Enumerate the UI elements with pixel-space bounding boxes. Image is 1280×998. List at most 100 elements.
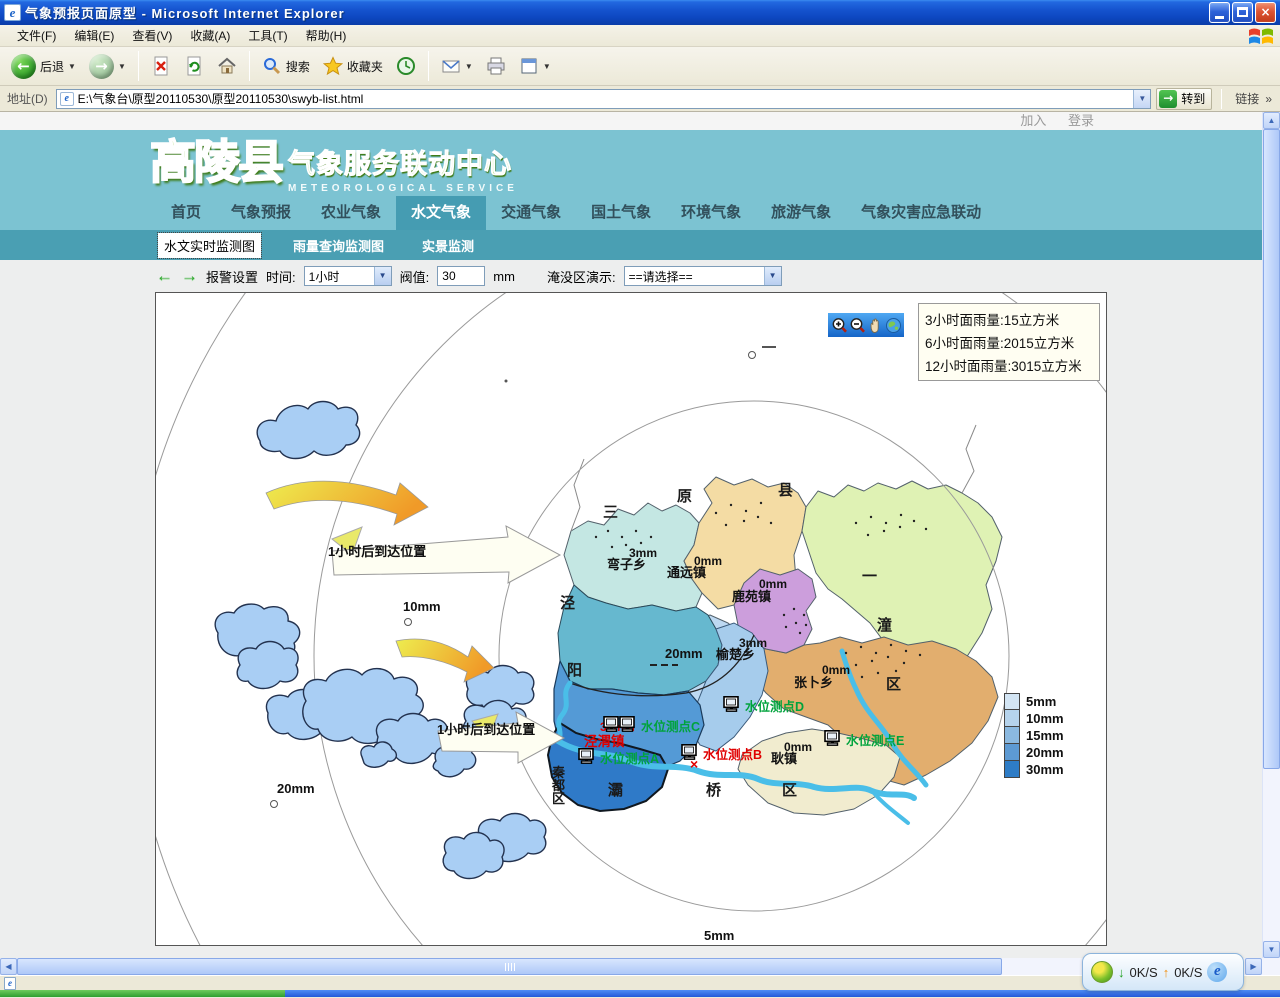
horizontal-scroll-thumb[interactable] xyxy=(17,958,1002,975)
ie-icon: e xyxy=(1207,962,1227,982)
nav-disaster-emergency[interactable]: 气象灾害应急联动 xyxy=(846,196,996,230)
scroll-right-icon[interactable]: ▶ xyxy=(1245,958,1262,975)
forward-dropdown-icon[interactable]: ▼ xyxy=(118,62,126,71)
address-label: 地址(D) xyxy=(4,90,51,107)
time-select[interactable]: 1小时 ▼ xyxy=(304,266,392,286)
edit-button[interactable]: ▼ xyxy=(514,54,556,78)
scrollbar-corner xyxy=(1262,958,1280,975)
svg-text:灞: 灞 xyxy=(608,781,623,799)
svg-text:阳: 阳 xyxy=(567,662,582,679)
pan-hand-icon[interactable] xyxy=(867,317,884,334)
menu-edit[interactable]: 编辑(E) xyxy=(65,26,123,46)
menu-tools[interactable]: 工具(T) xyxy=(239,26,296,46)
nav-home[interactable]: 首页 xyxy=(156,196,216,230)
print-button[interactable] xyxy=(481,54,511,78)
subnav-rain-query[interactable]: 雨量查询监测图 xyxy=(287,233,390,258)
favorites-button[interactable]: 收藏夹 xyxy=(318,54,388,78)
threshold-input[interactable] xyxy=(437,266,485,286)
globe-icon[interactable] xyxy=(885,317,902,334)
station-e[interactable]: 水位测点E xyxy=(825,731,904,748)
nav-environment[interactable]: 环境气象 xyxy=(666,196,756,230)
menu-view[interactable]: 查看(V) xyxy=(123,26,181,46)
svg-text:通远镇: 通远镇 xyxy=(667,565,706,580)
logo-title: 气象服务联动中心 xyxy=(288,142,518,181)
nav-hydrology[interactable]: 水文气象 xyxy=(396,196,486,230)
area-rainfall-infobox: 3小时面雨量:15立方米 6小时面雨量:2015立方米 12小时面雨量:3015… xyxy=(918,303,1100,381)
edit-dropdown-icon[interactable]: ▼ xyxy=(543,62,551,71)
scroll-up-icon[interactable]: ▲ xyxy=(1263,112,1280,129)
forward-button[interactable]: → ▼ xyxy=(84,52,131,81)
nav-agriculture[interactable]: 农业气象 xyxy=(306,196,396,230)
station-alert-mark: × xyxy=(690,756,698,772)
hydrology-map[interactable]: 1小时后到达位置 1小时后到达位置 10mm 20mm 20mm 5mm xyxy=(155,292,1107,946)
minimize-button[interactable] xyxy=(1209,2,1230,23)
menu-file[interactable]: 文件(F) xyxy=(8,26,65,46)
radar-echo-clouds xyxy=(215,402,546,879)
vertical-scrollbar[interactable]: ▲ ▼ xyxy=(1262,112,1280,958)
go-button[interactable]: → 转到 xyxy=(1156,88,1212,110)
close-button[interactable]: × xyxy=(1255,2,1276,23)
svg-text:5mm: 5mm xyxy=(704,928,734,943)
prev-arrow-icon[interactable]: ← xyxy=(156,266,173,286)
go-arrow-icon: → xyxy=(1159,90,1177,108)
refresh-button[interactable] xyxy=(179,54,209,78)
mail-dropdown-icon[interactable]: ▼ xyxy=(465,62,473,71)
browser-toolbar: ← 后退 ▼ → ▼ 搜索 收藏夹 xyxy=(0,47,1280,86)
browser-window: e 气象预报页面原型 - Microsoft Internet Explorer… xyxy=(0,0,1280,997)
address-bar: 地址(D) e E:\气象台\原型20110530\原型20110530\swy… xyxy=(0,86,1280,112)
back-button[interactable]: ← 后退 ▼ xyxy=(6,52,81,81)
nav-traffic[interactable]: 交通气象 xyxy=(486,196,576,230)
join-link[interactable]: 加入 xyxy=(1020,113,1046,128)
stop-icon xyxy=(151,56,171,76)
legend-item: 30mm xyxy=(1004,761,1064,778)
menu-favorites[interactable]: 收藏(A) xyxy=(181,26,239,46)
site-logo: 高陵县 气象服务联动中心 METEOROLOGICAL SERVICE xyxy=(150,134,518,194)
download-speed: 0K/S xyxy=(1130,965,1158,980)
flood-demo-select[interactable]: ==请选择== ▼ xyxy=(624,266,782,286)
chevron-down-icon[interactable]: ▼ xyxy=(374,267,391,285)
security-orb-icon xyxy=(1091,961,1113,983)
next-arrow-icon[interactable]: → xyxy=(181,266,198,286)
edit-icon xyxy=(519,56,539,76)
back-dropdown-icon[interactable]: ▼ xyxy=(68,62,76,71)
menu-help[interactable]: 帮助(H) xyxy=(297,26,356,46)
forward-icon: → xyxy=(89,54,114,79)
stop-button[interactable] xyxy=(146,54,176,78)
station-a[interactable]: 水位测点A xyxy=(579,749,659,766)
svg-text:鹿苑镇: 鹿苑镇 xyxy=(732,589,771,604)
links-more-icon[interactable]: » xyxy=(1265,92,1272,106)
search-button[interactable]: 搜索 xyxy=(257,54,315,78)
zoom-in-icon[interactable] xyxy=(831,317,848,334)
home-icon xyxy=(217,56,237,76)
station-icon xyxy=(620,717,634,731)
svg-text:桥: 桥 xyxy=(706,781,722,799)
nav-weather-forecast[interactable]: 气象预报 xyxy=(216,196,306,230)
nav-tourism[interactable]: 旅游气象 xyxy=(756,196,846,230)
login-link[interactable]: 登录 xyxy=(1068,113,1094,128)
maximize-button[interactable] xyxy=(1232,2,1253,23)
mail-button[interactable]: ▼ xyxy=(436,54,478,78)
station-d[interactable]: 水位测点D xyxy=(724,697,804,714)
history-button[interactable] xyxy=(391,54,421,78)
subnav-live-view[interactable]: 实景监测 xyxy=(416,233,480,258)
svg-text:弯子乡: 弯子乡 xyxy=(607,557,646,572)
address-input[interactable]: e E:\气象台\原型20110530\原型20110530\swyb-list… xyxy=(56,89,1152,109)
refresh-icon xyxy=(184,56,204,76)
nav-land[interactable]: 国土气象 xyxy=(576,196,666,230)
page-icon: e xyxy=(60,92,74,106)
vertical-scroll-thumb[interactable] xyxy=(1263,129,1280,769)
scroll-down-icon[interactable]: ▼ xyxy=(1263,941,1280,958)
chevron-down-icon[interactable]: ▼ xyxy=(764,267,781,285)
zoom-out-icon[interactable] xyxy=(849,317,866,334)
home-button[interactable] xyxy=(212,54,242,78)
status-page-icon: e xyxy=(4,977,16,990)
mail-icon xyxy=(441,56,461,76)
scroll-left-icon[interactable]: ◀ xyxy=(0,958,17,975)
horizontal-scrollbar[interactable]: ◀ ▶ xyxy=(0,958,1262,975)
subnav-realtime-monitor[interactable]: 水文实时监测图 xyxy=(158,233,261,258)
main-nav: 首页 气象预报 农业气象 水文气象 交通气象 国土气象 环境气象 旅游气象 气象… xyxy=(0,196,1262,230)
network-speed-widget[interactable]: ↓ 0K/S ↑ 0K/S e xyxy=(1082,953,1244,991)
address-dropdown-icon[interactable]: ▼ xyxy=(1133,90,1150,108)
links-button[interactable]: 链接 » xyxy=(1231,90,1276,107)
start-button-edge[interactable] xyxy=(0,990,285,997)
